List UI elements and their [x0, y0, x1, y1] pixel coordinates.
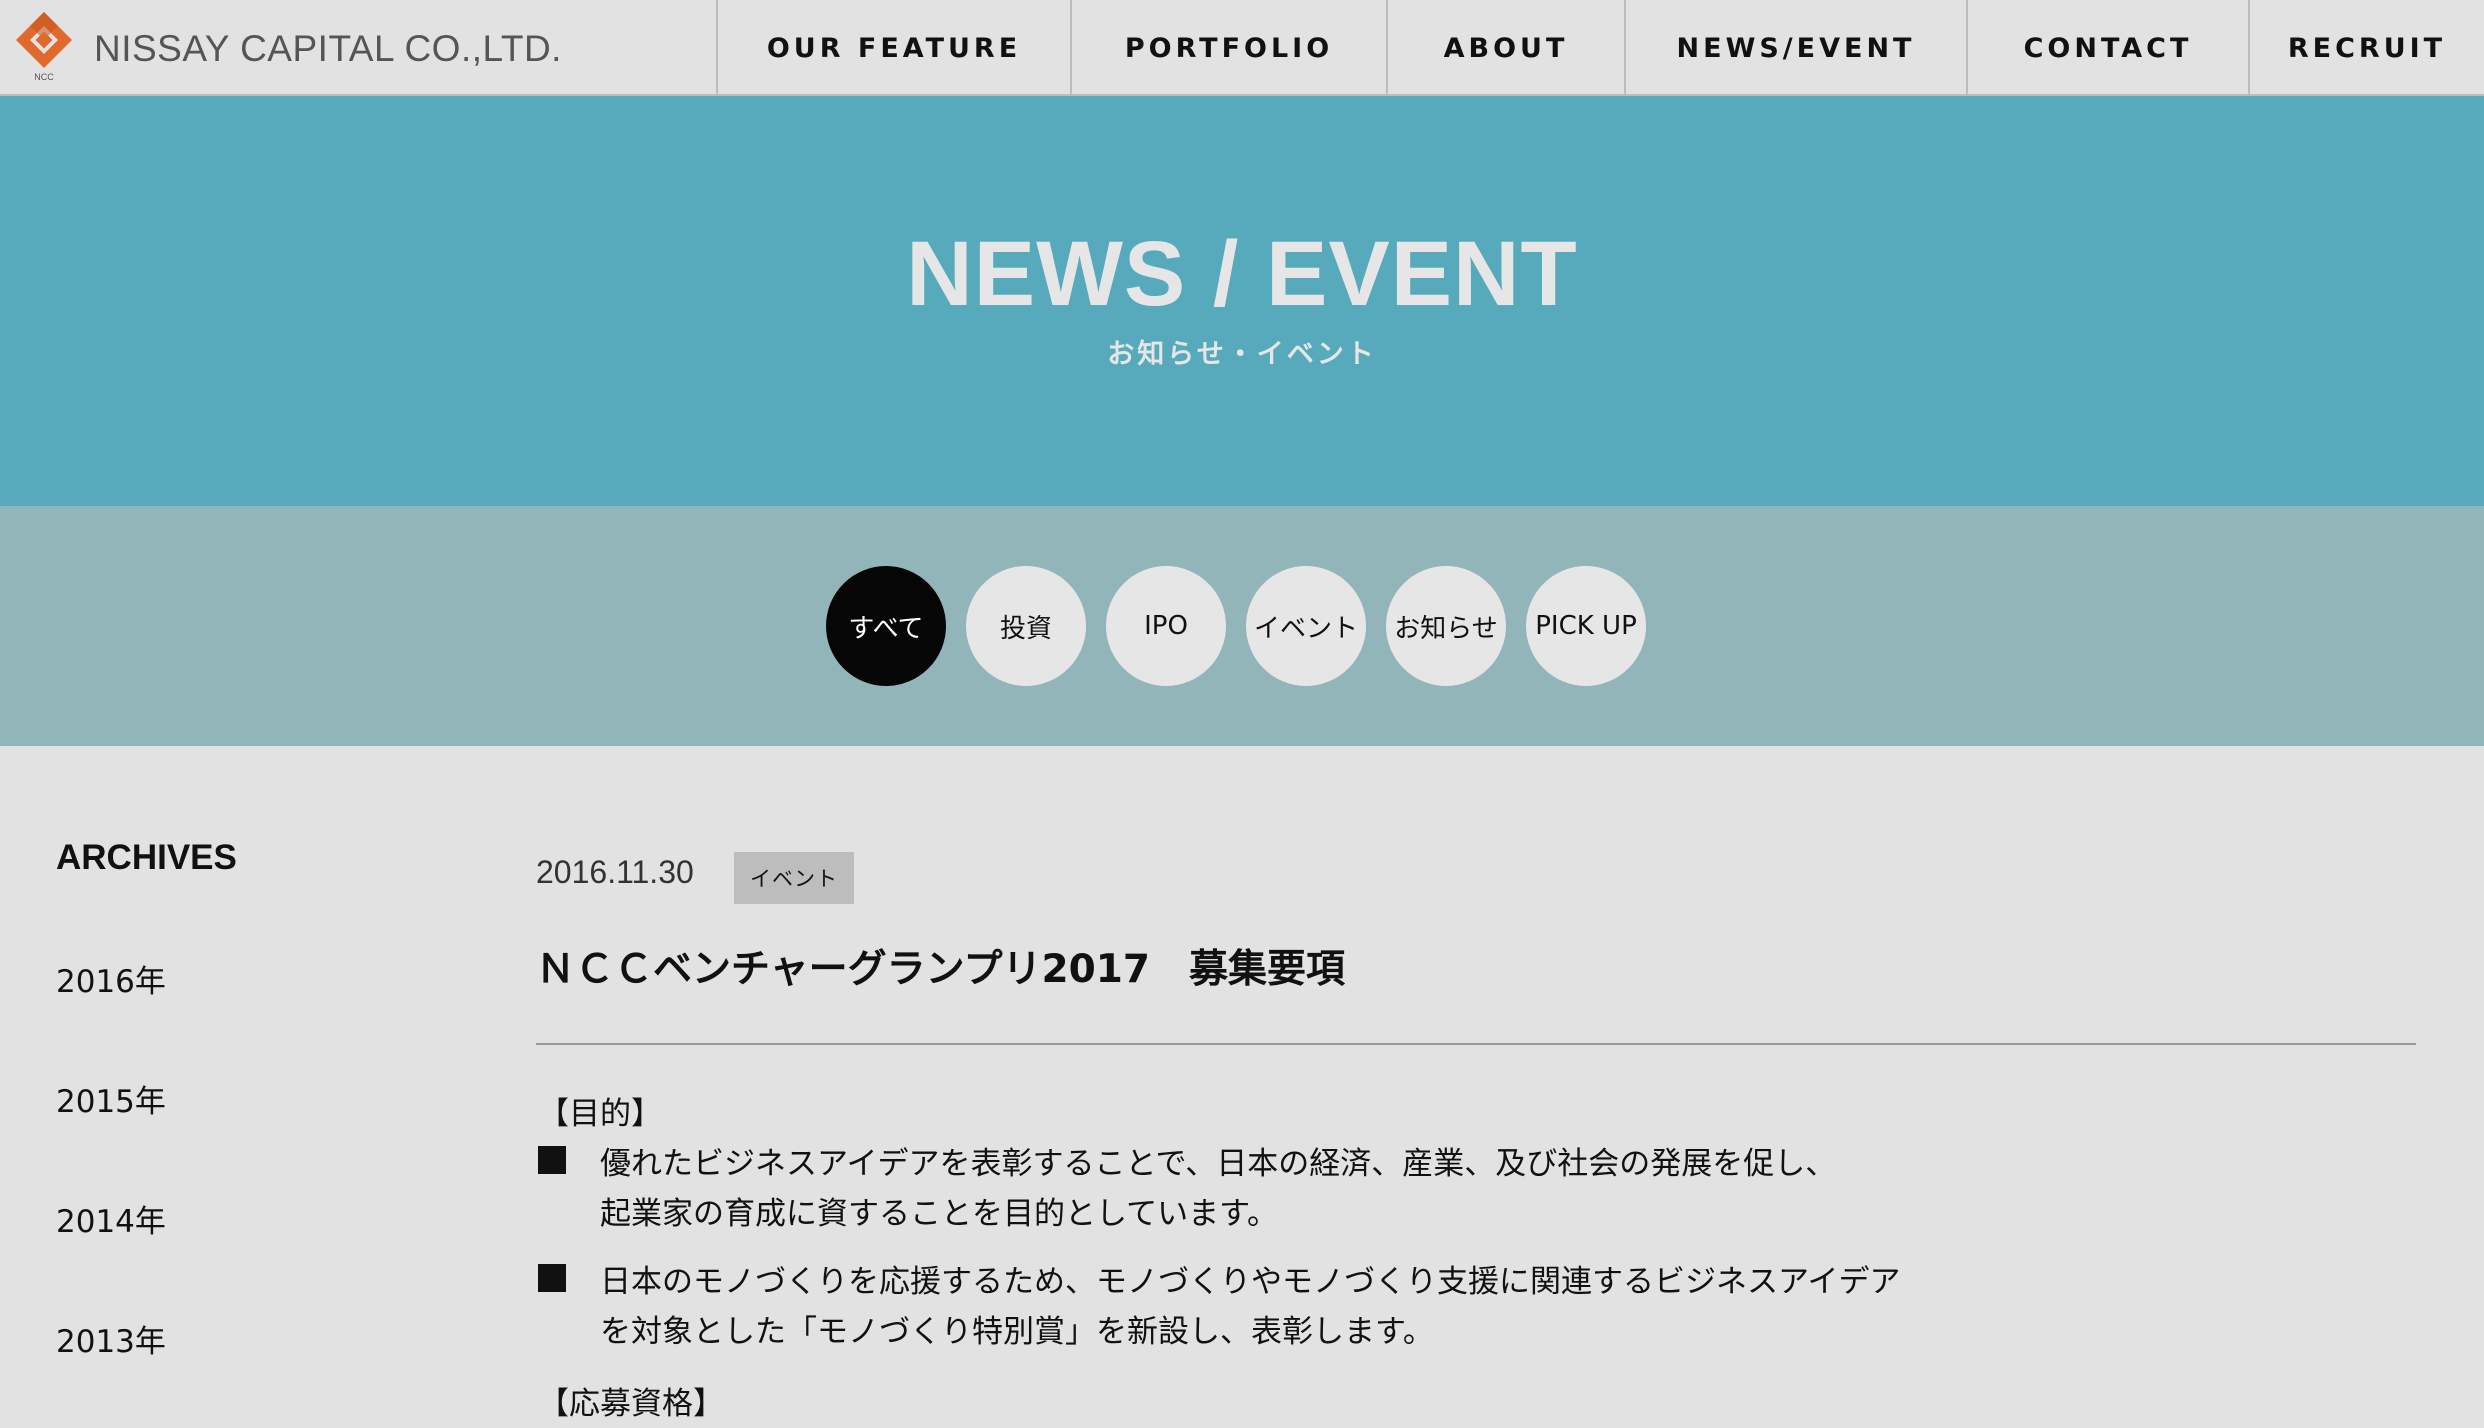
section-heading-purpose: 【目的】: [538, 1096, 662, 1132]
ncc-logo-icon: NCC: [16, 12, 72, 82]
nav-our-feature[interactable]: OUR FEATURE: [716, 0, 1070, 96]
title-divider: [536, 1043, 2416, 1045]
company-logo[interactable]: NCC NISSAY CAPITAL CO.,LTD.: [14, 10, 561, 82]
body-text-line: 優れたビジネスアイデアを表彰することで、日本の経済、産業、及び社会の発展を促し、: [600, 1146, 1837, 1182]
filter-ipo-button[interactable]: IPO: [1106, 566, 1226, 686]
body-text-line: 日本のモノづくりを応援するため、モノづくりやモノづくり支援に関連するビジネスアイ…: [600, 1264, 1901, 1300]
category-filter-bar: すべて 投資 IPO イベント お知らせ PICK UP: [0, 506, 2484, 746]
filter-pickup-button[interactable]: PICK UP: [1526, 566, 1646, 686]
section-heading-eligibility: 【応募資格】: [538, 1386, 724, 1422]
nav-recruit[interactable]: RECRUIT: [2248, 0, 2484, 96]
post-title: ＮＣＣベンチャーグランプリ2017 募集要項: [536, 947, 1345, 992]
archive-year-link[interactable]: 2015年: [56, 1076, 166, 1121]
filter-investment-button[interactable]: 投資: [966, 566, 1086, 686]
site-header: NCC NISSAY CAPITAL CO.,LTD. OUR FEATURE …: [0, 0, 2484, 96]
nav-news-event[interactable]: NEWS/EVENT: [1624, 0, 1966, 96]
company-name: NISSAY CAPITAL CO.,LTD.: [94, 28, 562, 69]
body-text-line: 起業家の育成に資することを目的としています。: [600, 1196, 1278, 1232]
main-nav: OUR FEATURE PORTFOLIO ABOUT NEWS/EVENT C…: [716, 0, 2484, 96]
page-title: NEWS / EVENT: [906, 223, 1578, 325]
body-text-line: を対象とした「モノづくり特別賞」を新設し、表彰します。: [600, 1314, 1434, 1350]
page-subtitle: お知らせ・イベント: [1107, 339, 1377, 370]
archive-year-link[interactable]: 2014年: [56, 1196, 166, 1241]
nav-about[interactable]: ABOUT: [1386, 0, 1624, 96]
archive-year-link[interactable]: 2016年: [56, 956, 166, 1001]
bullet-square-icon: [538, 1264, 566, 1292]
archives-title: ARCHIVES: [56, 838, 237, 877]
post-date: 2016.11.30: [536, 854, 694, 890]
page-hero: NEWS / EVENT お知らせ・イベント: [0, 96, 2484, 506]
nav-contact[interactable]: CONTACT: [1966, 0, 2248, 96]
filter-event-button[interactable]: イベント: [1246, 566, 1366, 686]
filter-notice-button[interactable]: お知らせ: [1386, 566, 1506, 686]
post-category-badge[interactable]: イベント: [734, 852, 854, 904]
nav-portfolio[interactable]: PORTFOLIO: [1070, 0, 1386, 96]
logo-caption: NCC: [34, 72, 54, 82]
archive-year-link[interactable]: 2013年: [56, 1316, 166, 1361]
filter-all-button[interactable]: すべて: [826, 566, 946, 686]
bullet-square-icon: [538, 1146, 566, 1174]
